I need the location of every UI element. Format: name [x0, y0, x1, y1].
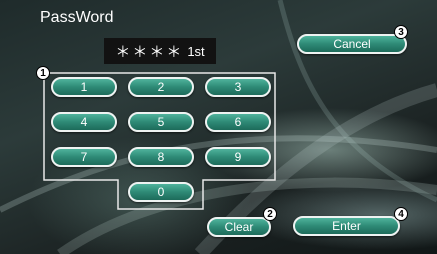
password-screen: PassWord ＊＊＊＊ 1st 1 2 3 4 5 6 7 8 9 0 Ca…: [0, 0, 437, 254]
clear-button[interactable]: Clear: [207, 217, 271, 237]
cancel-button[interactable]: Cancel: [297, 34, 407, 54]
key-3[interactable]: 3: [205, 77, 271, 97]
callout-4: 4: [394, 207, 408, 221]
key-9[interactable]: 9: [205, 147, 271, 167]
callout-3: 3: [394, 25, 408, 39]
key-6[interactable]: 6: [205, 112, 271, 132]
key-1[interactable]: 1: [51, 77, 117, 97]
key-4[interactable]: 4: [51, 112, 117, 132]
enter-button[interactable]: Enter: [293, 216, 400, 236]
key-2[interactable]: 2: [128, 77, 194, 97]
key-0[interactable]: 0: [128, 182, 194, 202]
key-5[interactable]: 5: [128, 112, 194, 132]
callout-2: 2: [263, 207, 277, 221]
key-7[interactable]: 7: [51, 147, 117, 167]
key-8[interactable]: 8: [128, 147, 194, 167]
callout-1: 1: [36, 66, 50, 80]
